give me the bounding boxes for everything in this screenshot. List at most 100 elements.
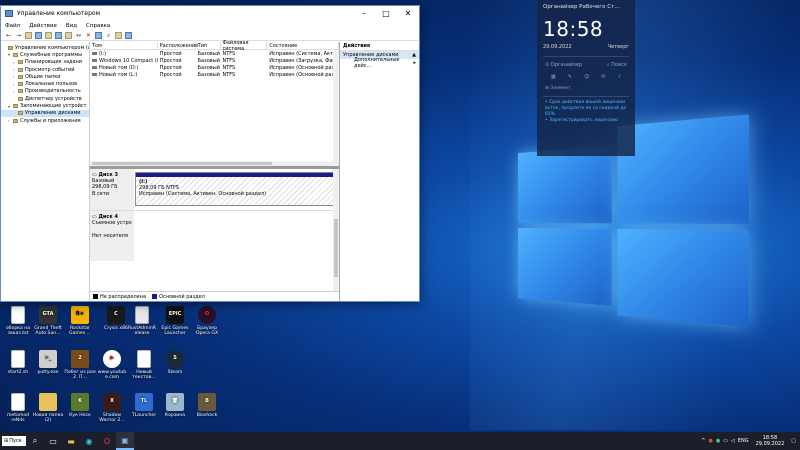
desktop-shortcut[interactable]: EPIC Epic Games Launcher: [159, 306, 191, 337]
disk-management-pane: Том Расположение Тип Файловая система Со…: [90, 40, 340, 301]
show-hidden-icons[interactable]: ^: [701, 438, 705, 444]
task-view-icon[interactable]: ▭: [44, 432, 62, 450]
column-filesystem[interactable]: Файловая система: [221, 40, 268, 52]
actions-more[interactable]: Дополнительные дейс... ▸: [340, 57, 419, 69]
view-icon[interactable]: [65, 32, 72, 39]
window-title: Управление компьютером: [17, 10, 101, 17]
desktop-shortcut[interactable]: X Shadow Warrior 2...: [96, 393, 128, 424]
desktop-shortcut[interactable]: 🗑 Корзина: [159, 393, 191, 418]
computer-management-taskbar-icon[interactable]: ▣: [116, 432, 134, 450]
taskbar: ⊞ Пуск ⌕ ▭ ▬ ◉ O ▣ ^ ● ● ▭ ◁ ENG 18:58 29…: [0, 432, 800, 450]
menu-file[interactable]: Файл: [5, 23, 20, 29]
menu-action[interactable]: Действие: [29, 23, 57, 29]
minimize-button[interactable]: –: [353, 6, 375, 21]
close-button[interactable]: ✕: [397, 6, 419, 21]
opera-gx-icon[interactable]: O: [98, 432, 116, 450]
list-icon[interactable]: [45, 32, 52, 39]
tree-item[interactable]: Управление дисками: [1, 109, 89, 117]
volume-row[interactable]: Windows 10 Compact (C:) Простой Базовый NTF…: [90, 57, 339, 64]
tree-item[interactable]: › Планировщик задани: [1, 59, 89, 66]
shadow-icon: X: [103, 393, 121, 411]
console-tree-icon[interactable]: [25, 32, 32, 39]
search-icon[interactable]: ⌕: [105, 32, 112, 39]
widget-organizer-button[interactable]: ⊙ Органайзер: [545, 62, 582, 68]
disk-4-label[interactable]: ▭ Диск 4 Съемное устро Нет носителя: [90, 211, 134, 261]
maximize-button[interactable]: □: [375, 6, 397, 21]
desktop-shortcut[interactable]: 2 Побег из рая 2. П...: [64, 350, 96, 381]
desktop-shortcut[interactable]: GTA Grand Theft Auto San...: [32, 306, 64, 337]
tree-item[interactable]: › Общие папки: [1, 73, 89, 80]
tree-item[interactable]: › Локальные пользов: [1, 80, 89, 87]
widget-search-button[interactable]: ⌕ Поиск: [607, 62, 627, 68]
desktop-shortcut[interactable]: Новый текстов...: [128, 350, 160, 381]
desktop-organizer-widget[interactable]: Органайзер Рабочего Ст... 18:58 29.09.20…: [537, 0, 635, 156]
volume-row[interactable]: (I:) Простой Базовый NTFS Исправен (Система,…: [90, 50, 339, 57]
column-volume[interactable]: Том: [90, 42, 158, 49]
desktop-shortcut[interactable]: RustAdminR elease: [126, 306, 158, 337]
network-icon[interactable]: ▭: [723, 438, 728, 444]
menu-view[interactable]: Вид: [66, 23, 77, 29]
widget-element[interactable]: ⊕ Элемент: [537, 84, 635, 93]
back-icon[interactable]: ←: [5, 32, 12, 39]
desktop-shortcut[interactable]: start2.sh: [2, 350, 34, 375]
tree-item[interactable]: › Просмотр событий: [1, 66, 89, 73]
start-button[interactable]: ⊞ Пуск: [2, 436, 26, 446]
desktop-shortcut[interactable]: metamod reNds: [2, 393, 34, 424]
column-type[interactable]: Тип: [196, 42, 221, 49]
desktop-shortcut[interactable]: оборка на заказ.txt: [2, 306, 34, 337]
desktop-shortcut[interactable]: R★ Rockstar Games ...: [64, 306, 96, 337]
tree-item[interactable]: › Производительность: [1, 88, 89, 95]
desktop-shortcut-label: Кук Неск: [69, 413, 91, 418]
tree-item[interactable]: ▾ Запоминающие устройст: [1, 102, 89, 109]
language-indicator[interactable]: ENG: [738, 438, 749, 444]
title-bar[interactable]: Управление компьютером – □ ✕: [1, 6, 419, 21]
disk-4-row[interactable]: ▭ Диск 4 Съемное устро Нет носителя: [90, 211, 339, 261]
notification-icon[interactable]: ▢: [791, 438, 796, 444]
forward-icon[interactable]: →: [15, 32, 22, 39]
volume-cell: NTFS: [222, 50, 236, 57]
desktop-shortcut[interactable]: ▶ www.youtub e.com: [96, 350, 128, 381]
delete-icon[interactable]: ✕: [85, 32, 92, 39]
tree-item[interactable]: › Службы и приложения: [1, 117, 89, 124]
app-tray-icon[interactable]: ●: [709, 438, 713, 444]
widget-license-notice[interactable]: • Срок действия вашей лицензии истек, пр…: [537, 100, 635, 118]
menu-help[interactable]: Справка: [86, 23, 110, 29]
widget-tool-icons[interactable]: ▦ ✎ ☺ ✉ ♪: [537, 70, 635, 84]
disk-3-row[interactable]: ▭ Диск 3 Базовый 298,09 ГБ В сети (I:) 2…: [90, 169, 339, 211]
desktop-shortcut[interactable]: >_ putty.exe: [32, 350, 64, 375]
volume-row[interactable]: Новый том (D:) Простой Базовый NTFS Исправен…: [90, 64, 339, 71]
tree-item[interactable]: Диспетчер устройств: [1, 95, 89, 102]
taskbar-clock[interactable]: 18:58 29.09.2022: [752, 435, 789, 447]
desktop-shortcut[interactable]: O Браузер Opera GX: [191, 306, 223, 337]
tree-node-icon: [18, 96, 23, 101]
tree-item[interactable]: Управление компьютером (л: [1, 44, 89, 51]
help-icon[interactable]: [55, 32, 62, 39]
tree-item[interactable]: ▾ Служебные программы: [1, 51, 89, 58]
properties-icon[interactable]: [35, 32, 42, 39]
column-layout[interactable]: Расположение: [158, 42, 198, 49]
widget-register-link[interactable]: • Зарегистрировать лицензию: [537, 118, 635, 124]
rescan-icon[interactable]: [95, 32, 102, 39]
partition-i[interactable]: (I:) 298,09 ГБ NTFS Исправен (Система, А…: [135, 172, 335, 206]
desktop-shortcut[interactable]: Новая папка (2): [32, 393, 64, 424]
volume-icon[interactable]: ◁: [731, 438, 735, 444]
disk-3-label[interactable]: ▭ Диск 3 Базовый 298,09 ГБ В сети: [90, 169, 134, 210]
connect-icon[interactable]: ↔: [75, 32, 82, 39]
defender-icon[interactable]: ●: [716, 438, 720, 444]
desktop-shortcut[interactable]: S Steam: [159, 350, 191, 375]
disk-icon[interactable]: [115, 32, 122, 39]
column-status[interactable]: Состояние: [267, 42, 339, 49]
refresh-icon[interactable]: [125, 32, 132, 39]
desktop-shortcut-label: www.youtub e.com: [97, 370, 127, 381]
volume-list-hscrollbar[interactable]: [90, 161, 333, 166]
search-icon[interactable]: ⌕: [26, 432, 44, 450]
volume-row[interactable]: Новый том (L:) Простой Базовый NTFS Исправен…: [90, 71, 339, 78]
file-explorer-icon[interactable]: ▬: [62, 432, 80, 450]
desktop-shortcut[interactable]: B Bioshock: [191, 393, 223, 418]
edge-icon[interactable]: ◉: [80, 432, 98, 450]
desktop-shortcut[interactable]: TL TLauncher: [128, 393, 160, 418]
volume-list-scrollbar[interactable]: [333, 50, 339, 166]
desktop-shortcut-label: Корзина: [164, 413, 186, 418]
disk-view-scrollbar[interactable]: [333, 169, 339, 291]
desktop-shortcut[interactable]: K Кук Неск: [64, 393, 96, 418]
